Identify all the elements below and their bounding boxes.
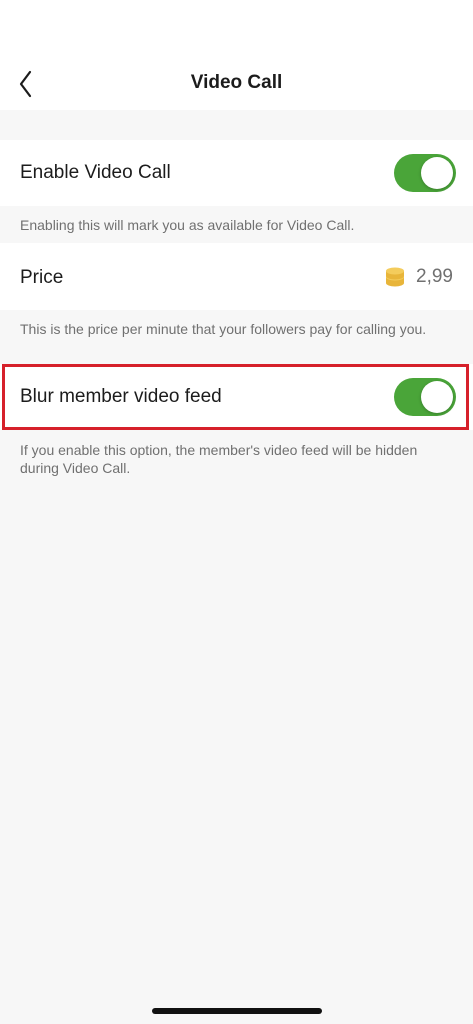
blur-feed-hint: If you enable this option, the member's … (20, 442, 418, 476)
page-title: Video Call (190, 72, 283, 93)
header: Video Call (0, 0, 473, 110)
coins-icon (386, 267, 405, 287)
blur-feed-label: Blur member video feed (20, 386, 222, 407)
price-amount: 2,99 (416, 266, 453, 287)
blur-feed-row: Blur member video feed (0, 364, 473, 430)
enable-video-call-toggle[interactable] (394, 154, 456, 192)
toggle-knob (421, 157, 453, 189)
video-call-settings-screen: Video Call Enable Video Call Enabling th… (0, 0, 473, 1024)
price-value[interactable]: 2,99 (384, 264, 453, 290)
home-indicator (152, 1008, 322, 1014)
enable-video-call-hint: Enabling this will mark you as available… (20, 217, 355, 233)
price-hint: This is the price per minute that your f… (20, 321, 427, 337)
enable-video-call-label: Enable Video Call (20, 162, 171, 183)
price-label: Price (20, 267, 64, 288)
blur-feed-toggle[interactable] (394, 378, 456, 416)
toggle-knob (421, 381, 453, 413)
enable-video-call-row: Enable Video Call (0, 140, 473, 206)
